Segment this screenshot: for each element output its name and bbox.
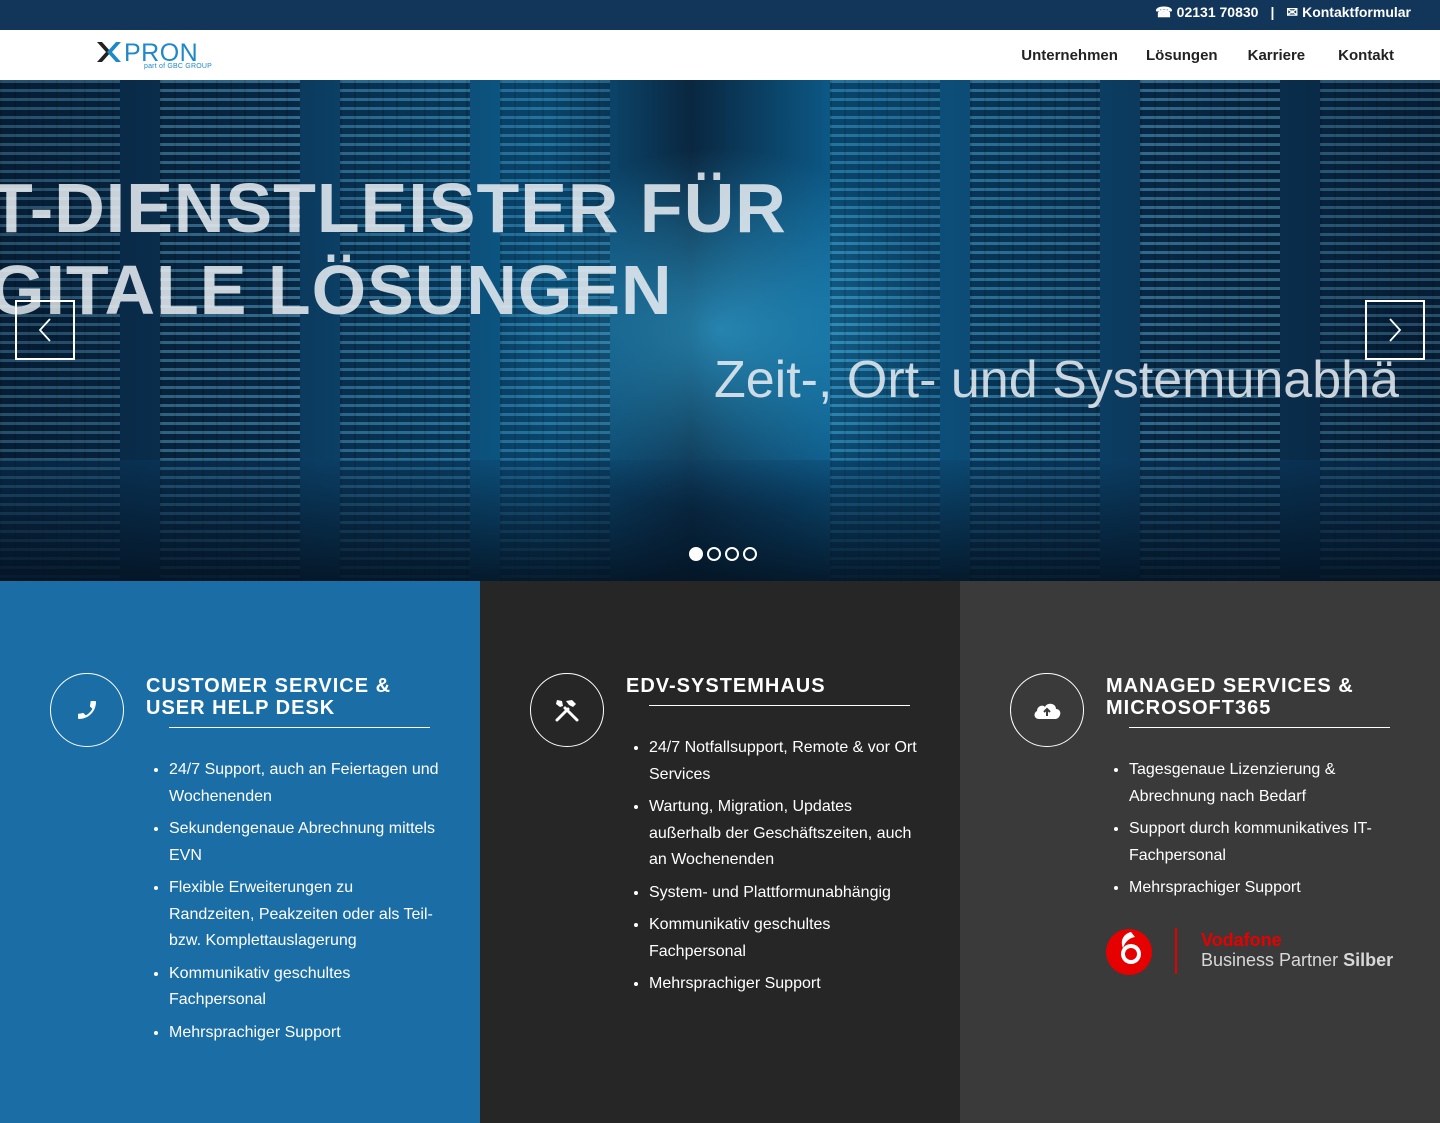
- phone-icon-circle: [50, 673, 124, 747]
- title-divider: [649, 705, 910, 706]
- nav-item-loesungen[interactable]: Lösungen: [1146, 47, 1218, 64]
- partner-vodafone-label: Vodafone: [1201, 930, 1282, 950]
- phone-link[interactable]: 02131 70830: [1177, 4, 1259, 20]
- vodafone-logo-icon: [1106, 929, 1152, 975]
- column-title: CUSTOMER SERVICE & USER HELP DESK: [146, 675, 392, 719]
- feature-list: 24/7 Notfallsupport, Remote & vor Ort Se…: [649, 735, 919, 1004]
- slider-dots: [689, 547, 757, 561]
- slider-prev-button[interactable]: [15, 300, 75, 360]
- slider-next-button[interactable]: [1365, 300, 1425, 360]
- logo-x-icon: [97, 42, 121, 62]
- top-bar: ☎ 02131 70830 | ✉ Kontaktformular: [0, 0, 1440, 30]
- top-bar-contact: ☎ 02131 70830 | ✉ Kontaktformular: [1155, 0, 1411, 24]
- logo-subline: part of GBC GROUP: [144, 63, 212, 70]
- list-item: Mehrsprachiger Support: [169, 1020, 439, 1047]
- chevron-left-icon: [38, 318, 51, 342]
- list-item: Tagesgenaue Lizenzierung & Abrechnung na…: [1129, 757, 1399, 810]
- hero-slider: T-DIENSTLEISTER FÜR GITALE LÖSUNGEN Zeit…: [0, 80, 1440, 581]
- slider-dot-1[interactable]: [689, 547, 703, 561]
- list-item: Kommunikativ geschultes Fachpersonal: [649, 912, 919, 965]
- main-nav: Unternehmen Lösungen Karriere Kontakt: [1021, 30, 1394, 80]
- list-item: 24/7 Support, auch an Feiertagen und Woc…: [169, 757, 439, 810]
- service-column-managed-services: MANAGED SERVICES & MICROSOFT365 Tagesgen…: [960, 581, 1440, 1123]
- logo[interactable]: PRON part of GBC GROUP: [96, 39, 216, 73]
- contact-form-link[interactable]: Kontaktformular: [1302, 4, 1411, 20]
- title-divider: [169, 727, 430, 728]
- phone-icon: ☎: [1155, 3, 1173, 20]
- site-header: PRON part of GBC GROUP Unternehmen Lösun…: [0, 30, 1440, 80]
- list-item: Kommunikativ geschultes Fachpersonal: [169, 961, 439, 1014]
- hero-heading-line2: GITALE LÖSUNGEN: [0, 251, 673, 329]
- nav-item-karriere[interactable]: Karriere: [1248, 47, 1306, 64]
- slider-dot-2[interactable]: [707, 547, 721, 561]
- slider-dot-4[interactable]: [743, 547, 757, 561]
- service-column-customer-service: CUSTOMER SERVICE & USER HELP DESK 24/7 S…: [0, 581, 480, 1123]
- feature-list: 24/7 Support, auch an Feiertagen und Woc…: [169, 757, 439, 1052]
- tools-icon-circle: [530, 673, 604, 747]
- partner-level: Silber: [1343, 950, 1394, 970]
- list-item: Wartung, Migration, Updates außerhalb de…: [649, 794, 919, 874]
- title-divider: [1129, 727, 1390, 728]
- list-item: Flexible Erweiterungen zu Randzeiten, Pe…: [169, 875, 439, 955]
- hero-subtitle: Zeit-, Ort- und Systemunabhä: [714, 351, 1399, 409]
- list-item: System- und Plattformunabhängig: [649, 880, 919, 907]
- list-item: Mehrsprachiger Support: [649, 971, 919, 998]
- partner-type: Business Partner: [1201, 950, 1339, 970]
- hero-heading-line1: T-DIENSTLEISTER FÜR: [0, 169, 787, 247]
- hero-floor: [0, 460, 1440, 581]
- list-item: Sekundengenaue Abrechnung mittels EVN: [169, 816, 439, 869]
- list-item: 24/7 Notfallsupport, Remote & vor Ort Se…: [649, 735, 919, 788]
- tools-icon: [555, 700, 579, 722]
- phone-icon: [78, 701, 96, 719]
- column-title: EDV-SYSTEMHAUS: [626, 675, 826, 697]
- chevron-right-icon: [1389, 318, 1402, 342]
- nav-item-unternehmen[interactable]: Unternehmen: [1021, 47, 1118, 64]
- vodafone-partner-badge: Vodafone Business Partner Silber: [1106, 928, 1393, 976]
- partner-level-label: Business Partner Silber: [1201, 950, 1393, 971]
- column-title: MANAGED SERVICES & MICROSOFT365: [1106, 675, 1354, 719]
- service-column-edv-systemhaus: EDV-SYSTEMHAUS 24/7 Notfallsupport, Remo…: [480, 581, 960, 1123]
- partner-divider: [1175, 928, 1177, 974]
- feature-list: Tagesgenaue Lizenzierung & Abrechnung na…: [1129, 757, 1399, 908]
- list-item: Support durch kommunikatives IT-Fachpers…: [1129, 816, 1399, 869]
- list-item: Mehrsprachiger Support: [1129, 875, 1399, 902]
- cloud-upload-icon: [1034, 703, 1061, 719]
- nav-item-kontakt[interactable]: Kontakt: [1338, 47, 1394, 64]
- mail-icon: ✉: [1286, 3, 1299, 20]
- cloud-upload-icon-circle: [1010, 673, 1084, 747]
- slider-dot-3[interactable]: [725, 547, 739, 561]
- separator: |: [1270, 4, 1275, 20]
